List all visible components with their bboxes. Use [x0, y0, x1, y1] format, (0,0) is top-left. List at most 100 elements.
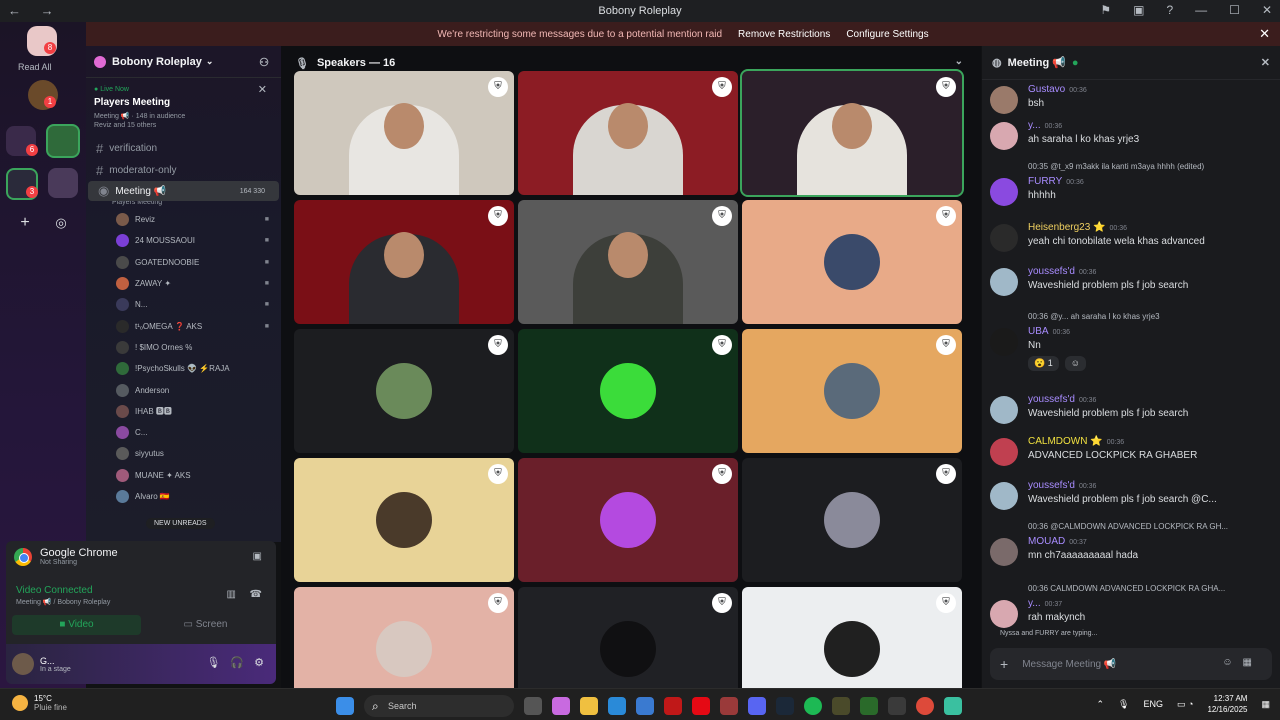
- message-author[interactable]: UBA: [1028, 326, 1049, 337]
- speaker-avatar-tile[interactable]: ⛨: [518, 458, 738, 582]
- network-volume-icon[interactable]: ▭ ◔: [1177, 699, 1193, 710]
- voice-user[interactable]: ! $IMO Ornes %: [86, 337, 281, 358]
- add-server-icon[interactable]: +: [10, 208, 40, 238]
- message-author[interactable]: youssefs'd: [1028, 394, 1075, 405]
- voice-user[interactable]: N... ■: [86, 294, 281, 315]
- file-explorer-icon[interactable]: [580, 697, 598, 715]
- close-live-icon[interactable]: ✕: [258, 83, 267, 96]
- speaker-avatar-tile[interactable]: ⛨: [742, 329, 962, 453]
- store-icon[interactable]: [636, 697, 654, 715]
- server-header[interactable]: Bobony Roleplay ⌄ ⚇: [86, 46, 281, 78]
- voice-user[interactable]: MUANE ✦ AKS: [86, 465, 281, 486]
- edge-icon[interactable]: [608, 697, 626, 715]
- chrome-taskbar-icon[interactable]: [916, 697, 934, 715]
- notification-icon[interactable]: ▦: [1261, 699, 1270, 710]
- chevron-down-icon[interactable]: ⌄: [955, 56, 963, 67]
- weather-widget[interactable]: 15°C Pluie fine: [12, 694, 67, 712]
- speaker-avatar-tile[interactable]: ⛨: [294, 587, 514, 688]
- window-control-icon[interactable]: ☐: [1229, 3, 1240, 17]
- clock[interactable]: 12:37 AM 12/16/2025: [1207, 693, 1247, 715]
- speaker-video-tile[interactable]: ⛨: [740, 69, 964, 197]
- share-screen-icon[interactable]: ▣: [253, 551, 262, 562]
- close-chat-icon[interactable]: ✕: [1261, 56, 1270, 69]
- speaker-video-tile[interactable]: ⛨: [518, 200, 738, 324]
- start-icon[interactable]: [336, 697, 354, 715]
- speaker-avatar-tile[interactable]: ⛨: [742, 458, 962, 582]
- tray-chevron-icon[interactable]: ⌃: [1096, 699, 1104, 710]
- app-icon-6[interactable]: [944, 697, 962, 715]
- channel-moderator-only[interactable]: # moderator-only: [86, 159, 281, 181]
- voice-user[interactable]: ZAWAY ✦ ■: [86, 273, 281, 294]
- message-author[interactable]: y...: [1028, 120, 1041, 131]
- remove-restrictions-link[interactable]: Remove Restrictions: [738, 29, 830, 40]
- app-icon-3[interactable]: [832, 697, 850, 715]
- attach-icon[interactable]: +: [1000, 656, 1008, 672]
- tray-mic-icon[interactable]: 🎙: [1118, 699, 1129, 710]
- speaker-video-tile[interactable]: ⛨: [294, 200, 514, 324]
- app-icon-2[interactable]: [720, 697, 738, 715]
- speaker-avatar-tile[interactable]: ⛨: [294, 458, 514, 582]
- channel-meeting[interactable]: ◉ Meeting 📢 164 330: [88, 181, 279, 201]
- voice-user[interactable]: GOATEDNOOBIE ■: [86, 252, 281, 273]
- message-author[interactable]: Heisenberg23 ⭐: [1028, 222, 1106, 233]
- app-icon[interactable]: [664, 697, 682, 715]
- discover-icon[interactable]: ◎: [46, 208, 76, 238]
- voice-location[interactable]: Meeting 📢 / Bobony Roleplay: [16, 598, 110, 606]
- bobony-server-icon[interactable]: [46, 124, 80, 158]
- configure-settings-link[interactable]: Configure Settings: [846, 29, 928, 40]
- voice-user[interactable]: !PsychoSkulls 👽 ⚡RAJA: [86, 358, 281, 379]
- window-control-icon[interactable]: —: [1195, 3, 1207, 17]
- message-author[interactable]: youssefs'd: [1028, 266, 1075, 277]
- gear-icon[interactable]: ⚙: [254, 656, 264, 669]
- reply-preview[interactable]: 00:36 CALMDOWN ADVANCED LOCKPICK RA GHA.…: [1028, 584, 1225, 593]
- channel-verification[interactable]: # verification: [86, 137, 281, 159]
- speaker-avatar-tile[interactable]: ⛨: [294, 329, 514, 453]
- taskbar-search[interactable]: Search: [364, 695, 514, 717]
- live-stage-card[interactable]: ● Live Now Players Meeting Meeting 📢 · 1…: [94, 84, 273, 131]
- language-indicator[interactable]: ENG: [1143, 699, 1163, 709]
- speaker-video-tile[interactable]: ⛨: [294, 71, 514, 195]
- add-friend-icon[interactable]: ⚇: [259, 56, 269, 69]
- netflix-icon[interactable]: [692, 697, 710, 715]
- app-icon-4[interactable]: [860, 697, 878, 715]
- disconnect-icon[interactable]: ☎: [250, 589, 262, 600]
- window-control-icon[interactable]: ✕: [1262, 3, 1272, 17]
- voice-user[interactable]: t¹ₒOMEGA ❓ AKS ■: [86, 315, 281, 336]
- add-reaction-button[interactable]: ☺: [1064, 356, 1086, 371]
- message-author[interactable]: Gustavo: [1028, 84, 1065, 95]
- speaker-avatar-tile[interactable]: ⛨: [518, 587, 738, 688]
- message-author[interactable]: y...: [1028, 598, 1041, 609]
- window-control-icon[interactable]: ▣: [1133, 3, 1144, 17]
- mic-icon[interactable]: 🎙: [206, 656, 220, 669]
- server-icon[interactable]: [48, 168, 78, 198]
- task-view-icon[interactable]: [524, 697, 542, 715]
- discord-icon[interactable]: [748, 697, 766, 715]
- voice-user[interactable]: IHAB 🅱🅱: [86, 401, 281, 422]
- banner-close-icon[interactable]: ✕: [1259, 26, 1270, 42]
- speaker-avatar-tile[interactable]: ⛨: [742, 587, 962, 688]
- new-unreads-pill[interactable]: NEW UNREADS: [146, 518, 215, 529]
- copilot-icon[interactable]: [552, 697, 570, 715]
- message-author[interactable]: MOUAD: [1028, 536, 1065, 547]
- app-icon-5[interactable]: [888, 697, 906, 715]
- speaker-avatar-tile[interactable]: ⛨: [742, 200, 962, 324]
- voice-user[interactable]: C...: [86, 422, 281, 443]
- window-control-icon[interactable]: ⚑: [1100, 3, 1111, 17]
- voice-user[interactable]: Anderson: [86, 379, 281, 400]
- speaker-avatar-tile[interactable]: ⛨: [518, 329, 738, 453]
- noise-suppression-icon[interactable]: ▥: [227, 589, 236, 600]
- message-author[interactable]: CALMDOWN ⭐: [1028, 436, 1103, 447]
- message-author[interactable]: FURRY: [1028, 176, 1062, 187]
- voice-user[interactable]: Alvaro 🇪🇸: [86, 486, 281, 507]
- reply-preview[interactable]: 00:36 @y... ah saraha l ko khas yrje3: [1028, 312, 1160, 321]
- window-controls[interactable]: ⚑ ▣? — ☐ ✕: [1100, 3, 1272, 17]
- emoji-apps-icons[interactable]: ☺▦: [1222, 657, 1262, 668]
- spotify-icon[interactable]: [804, 697, 822, 715]
- screen-button[interactable]: ▭ Screen: [141, 615, 270, 635]
- window-control-icon[interactable]: ?: [1166, 3, 1173, 17]
- video-button[interactable]: ■ Video: [12, 615, 141, 635]
- user-avatar[interactable]: [12, 653, 34, 675]
- speaker-video-tile[interactable]: ⛨: [518, 71, 738, 195]
- voice-user[interactable]: 24 MOUSSAOUI ■: [86, 230, 281, 251]
- reply-preview[interactable]: 00:36 @CALMDOWN ADVANCED LOCKPICK RA GH.…: [1028, 522, 1228, 531]
